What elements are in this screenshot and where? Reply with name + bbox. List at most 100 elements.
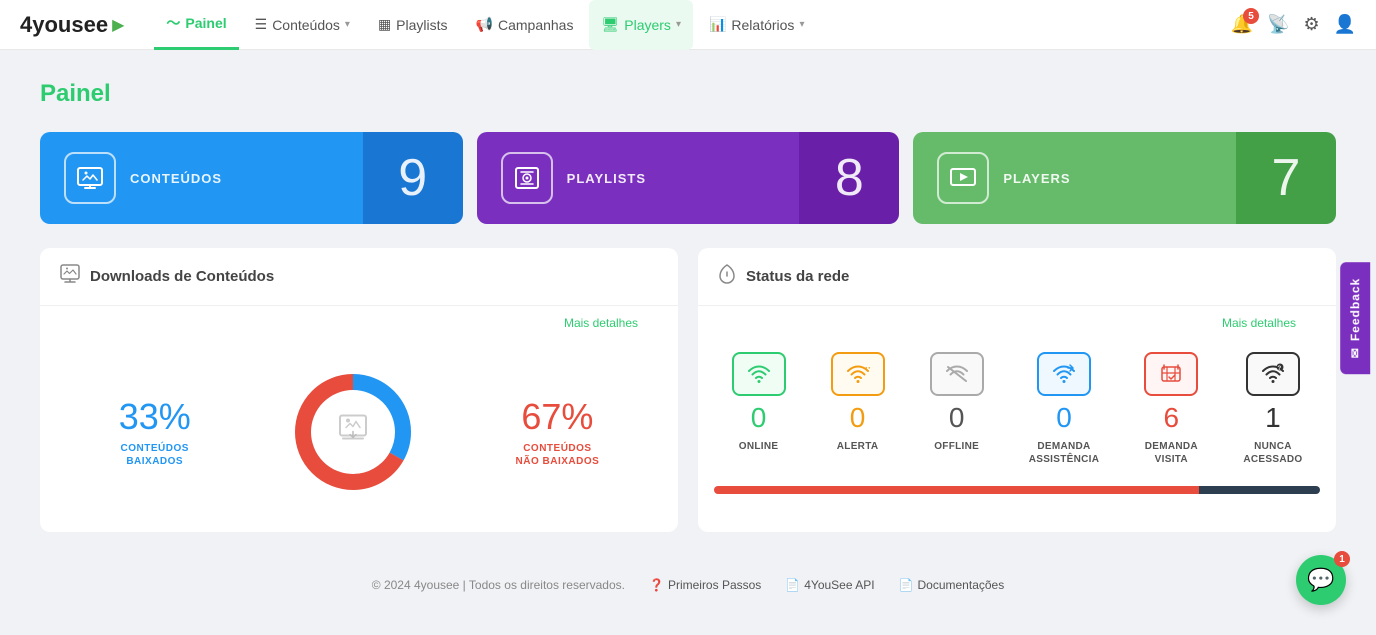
- alerta-icon-box: ···: [831, 352, 885, 396]
- notification-badge: 5: [1243, 8, 1259, 24]
- nunca-count: 1: [1265, 402, 1281, 434]
- downloads-panel-title: Downloads de Conteúdos: [90, 268, 274, 285]
- alerta-label: ALERTA: [837, 440, 879, 453]
- players-card-value: 7: [1236, 132, 1336, 224]
- feedback-envelope-icon: ✉: [1348, 347, 1362, 358]
- status-panel-icon: [718, 264, 736, 289]
- chevron-down-icon-players: ▾: [676, 19, 681, 30]
- nav-label-relatorios: Relatórios: [731, 17, 794, 33]
- playlists-card-icon: [501, 152, 553, 204]
- nunca-label: NUNCAACESSADO: [1243, 440, 1302, 466]
- footer-api-label: 4YouSee API: [804, 578, 874, 592]
- svg-text:···: ···: [865, 363, 871, 373]
- footer: © 2024 4yousee | Todos os direitos reser…: [0, 562, 1376, 608]
- status-panel-header: Status da rede: [698, 248, 1336, 306]
- not-downloaded-stat: 67% CONTEÚDOSNÃO BAIXADOS: [516, 396, 600, 468]
- stat-card-playlists[interactable]: PLAYLISTS 8: [477, 132, 900, 224]
- players-card-icon: [937, 152, 989, 204]
- nav-item-painel[interactable]: 〜 Painel: [154, 0, 238, 50]
- offline-icon-box: [930, 352, 984, 396]
- playlists-card-label: PLAYLISTS: [567, 171, 646, 186]
- chat-icon: 💬: [1307, 567, 1334, 593]
- doc-icon: 📄: [899, 578, 914, 592]
- downloads-mais-detalhes[interactable]: Mais detalhes: [544, 308, 658, 330]
- stat-cards-row: CONTEÚDOS 9 PLAYLISTS 8: [40, 132, 1336, 224]
- demanda-assist-label: DEMANDAASSISTÊNCIA: [1029, 440, 1100, 466]
- lower-panels: Downloads de Conteúdos Mais detalhes 33%…: [40, 248, 1336, 532]
- status-item-alerta: ··· 0 ALERTA: [831, 352, 885, 466]
- downloads-panel: Downloads de Conteúdos Mais detalhes 33%…: [40, 248, 678, 532]
- footer-link-documentacoes[interactable]: 📄 Documentações: [899, 578, 1005, 592]
- status-item-online: 0 ONLINE: [732, 352, 786, 466]
- nav-label-playlists: Playlists: [396, 17, 447, 33]
- conteudos-card-label: CONTEÚDOS: [130, 171, 222, 186]
- downloaded-pct: 33%: [119, 396, 191, 438]
- nav-icon-players: 🖥: [601, 16, 619, 33]
- stat-card-players[interactable]: PLAYERS 7: [913, 132, 1336, 224]
- footer-primeiros-passos-label: Primeiros Passos: [668, 578, 761, 592]
- nav-icon-painel: 〜: [166, 13, 180, 33]
- demanda-assist-icon-box: [1037, 352, 1091, 396]
- downloads-body: 33% CONTEÚDOSBAIXADOS: [40, 332, 678, 532]
- online-count: 0: [751, 402, 767, 434]
- offline-label: OFFLINE: [934, 440, 979, 453]
- online-icon-box: [732, 352, 786, 396]
- downloads-panel-icon: [60, 264, 80, 289]
- nav-label-campanhas: Campanhas: [498, 17, 574, 33]
- chat-badge: 1: [1334, 551, 1350, 567]
- status-item-offline: 0 OFFLINE: [930, 352, 984, 466]
- demanda-visita-count: 6: [1164, 402, 1180, 434]
- status-mais-detalhes-container: Mais detalhes: [698, 306, 1336, 332]
- conteudos-card-value: 9: [363, 132, 463, 224]
- status-item-nunca: ? 1 NUNCAACESSADO: [1243, 352, 1302, 466]
- footer-link-primeiros-passos[interactable]: ❓ Primeiros Passos: [649, 578, 761, 592]
- downloaded-stat: 33% CONTEÚDOSBAIXADOS: [119, 396, 191, 468]
- nav-item-relatorios[interactable]: 📊 Relatórios ▾: [697, 0, 817, 50]
- nunca-icon-box: ?: [1246, 352, 1300, 396]
- help-icon: ❓: [649, 578, 664, 592]
- players-card-label: PLAYERS: [1003, 171, 1070, 186]
- feedback-button[interactable]: ✉ Feedback: [1340, 261, 1370, 373]
- alerta-count: 0: [850, 402, 866, 434]
- svg-text:?: ?: [1277, 366, 1281, 372]
- status-bar-container: [698, 476, 1336, 510]
- footer-copyright: © 2024 4yousee | Todos os direitos reser…: [372, 578, 625, 592]
- nav-item-players[interactable]: 🖥 Players ▾: [589, 0, 693, 50]
- nav-icon-playlists: ▦: [378, 16, 391, 33]
- demanda-visita-icon-box: [1144, 352, 1198, 396]
- chat-button[interactable]: 💬 1: [1296, 555, 1346, 605]
- user-icon[interactable]: 👤: [1334, 14, 1356, 35]
- playlists-card-value: 8: [799, 132, 899, 224]
- donut-chart: [288, 367, 418, 497]
- footer-link-api[interactable]: 📄 4YouSee API: [785, 578, 874, 592]
- nav-item-conteudos[interactable]: ☰ Conteúdos ▾: [243, 0, 362, 50]
- chevron-down-icon-conteudos: ▾: [345, 19, 350, 30]
- donut-center-icon: [338, 414, 368, 451]
- status-item-demanda-assist: 0 DEMANDAASSISTÊNCIA: [1029, 352, 1100, 466]
- downloaded-label: CONTEÚDOSBAIXADOS: [119, 442, 191, 468]
- nav-icon-conteudos: ☰: [255, 16, 268, 33]
- nav-item-campanhas[interactable]: 📢 Campanhas: [464, 0, 586, 50]
- stat-card-conteudos[interactable]: CONTEÚDOS 9: [40, 132, 463, 224]
- status-bar: [714, 486, 1320, 494]
- main-content: Painel CONTEÚDOS 9: [0, 50, 1376, 562]
- settings-icon[interactable]: ⚙: [1303, 14, 1319, 35]
- api-icon: 📄: [785, 578, 800, 592]
- nav-icon-campanhas: 📢: [476, 16, 493, 33]
- logo[interactable]: 4yousee ▶: [20, 12, 124, 38]
- nav-item-playlists[interactable]: ▦ Playlists: [366, 0, 460, 50]
- not-downloaded-pct: 67%: [516, 396, 600, 438]
- downloads-mais-detalhes-container: Mais detalhes: [40, 306, 678, 332]
- nav-label-conteudos: Conteúdos: [272, 17, 340, 33]
- footer-documentacoes-label: Documentações: [918, 578, 1005, 592]
- nav-label-painel: Painel: [185, 15, 226, 31]
- rss-icon[interactable]: 📡: [1267, 14, 1289, 35]
- downloads-panel-header: Downloads de Conteúdos: [40, 248, 678, 306]
- chevron-down-icon-relatorios: ▾: [799, 19, 804, 30]
- not-downloaded-label: CONTEÚDOSNÃO BAIXADOS: [516, 442, 600, 468]
- status-mais-detalhes[interactable]: Mais detalhes: [1202, 308, 1316, 330]
- page-title: Painel: [40, 80, 1336, 108]
- nav-icon-relatorios: 📊: [709, 16, 726, 33]
- notification-button[interactable]: 🔔 5: [1231, 14, 1253, 35]
- logo-play-icon: ▶: [112, 15, 124, 35]
